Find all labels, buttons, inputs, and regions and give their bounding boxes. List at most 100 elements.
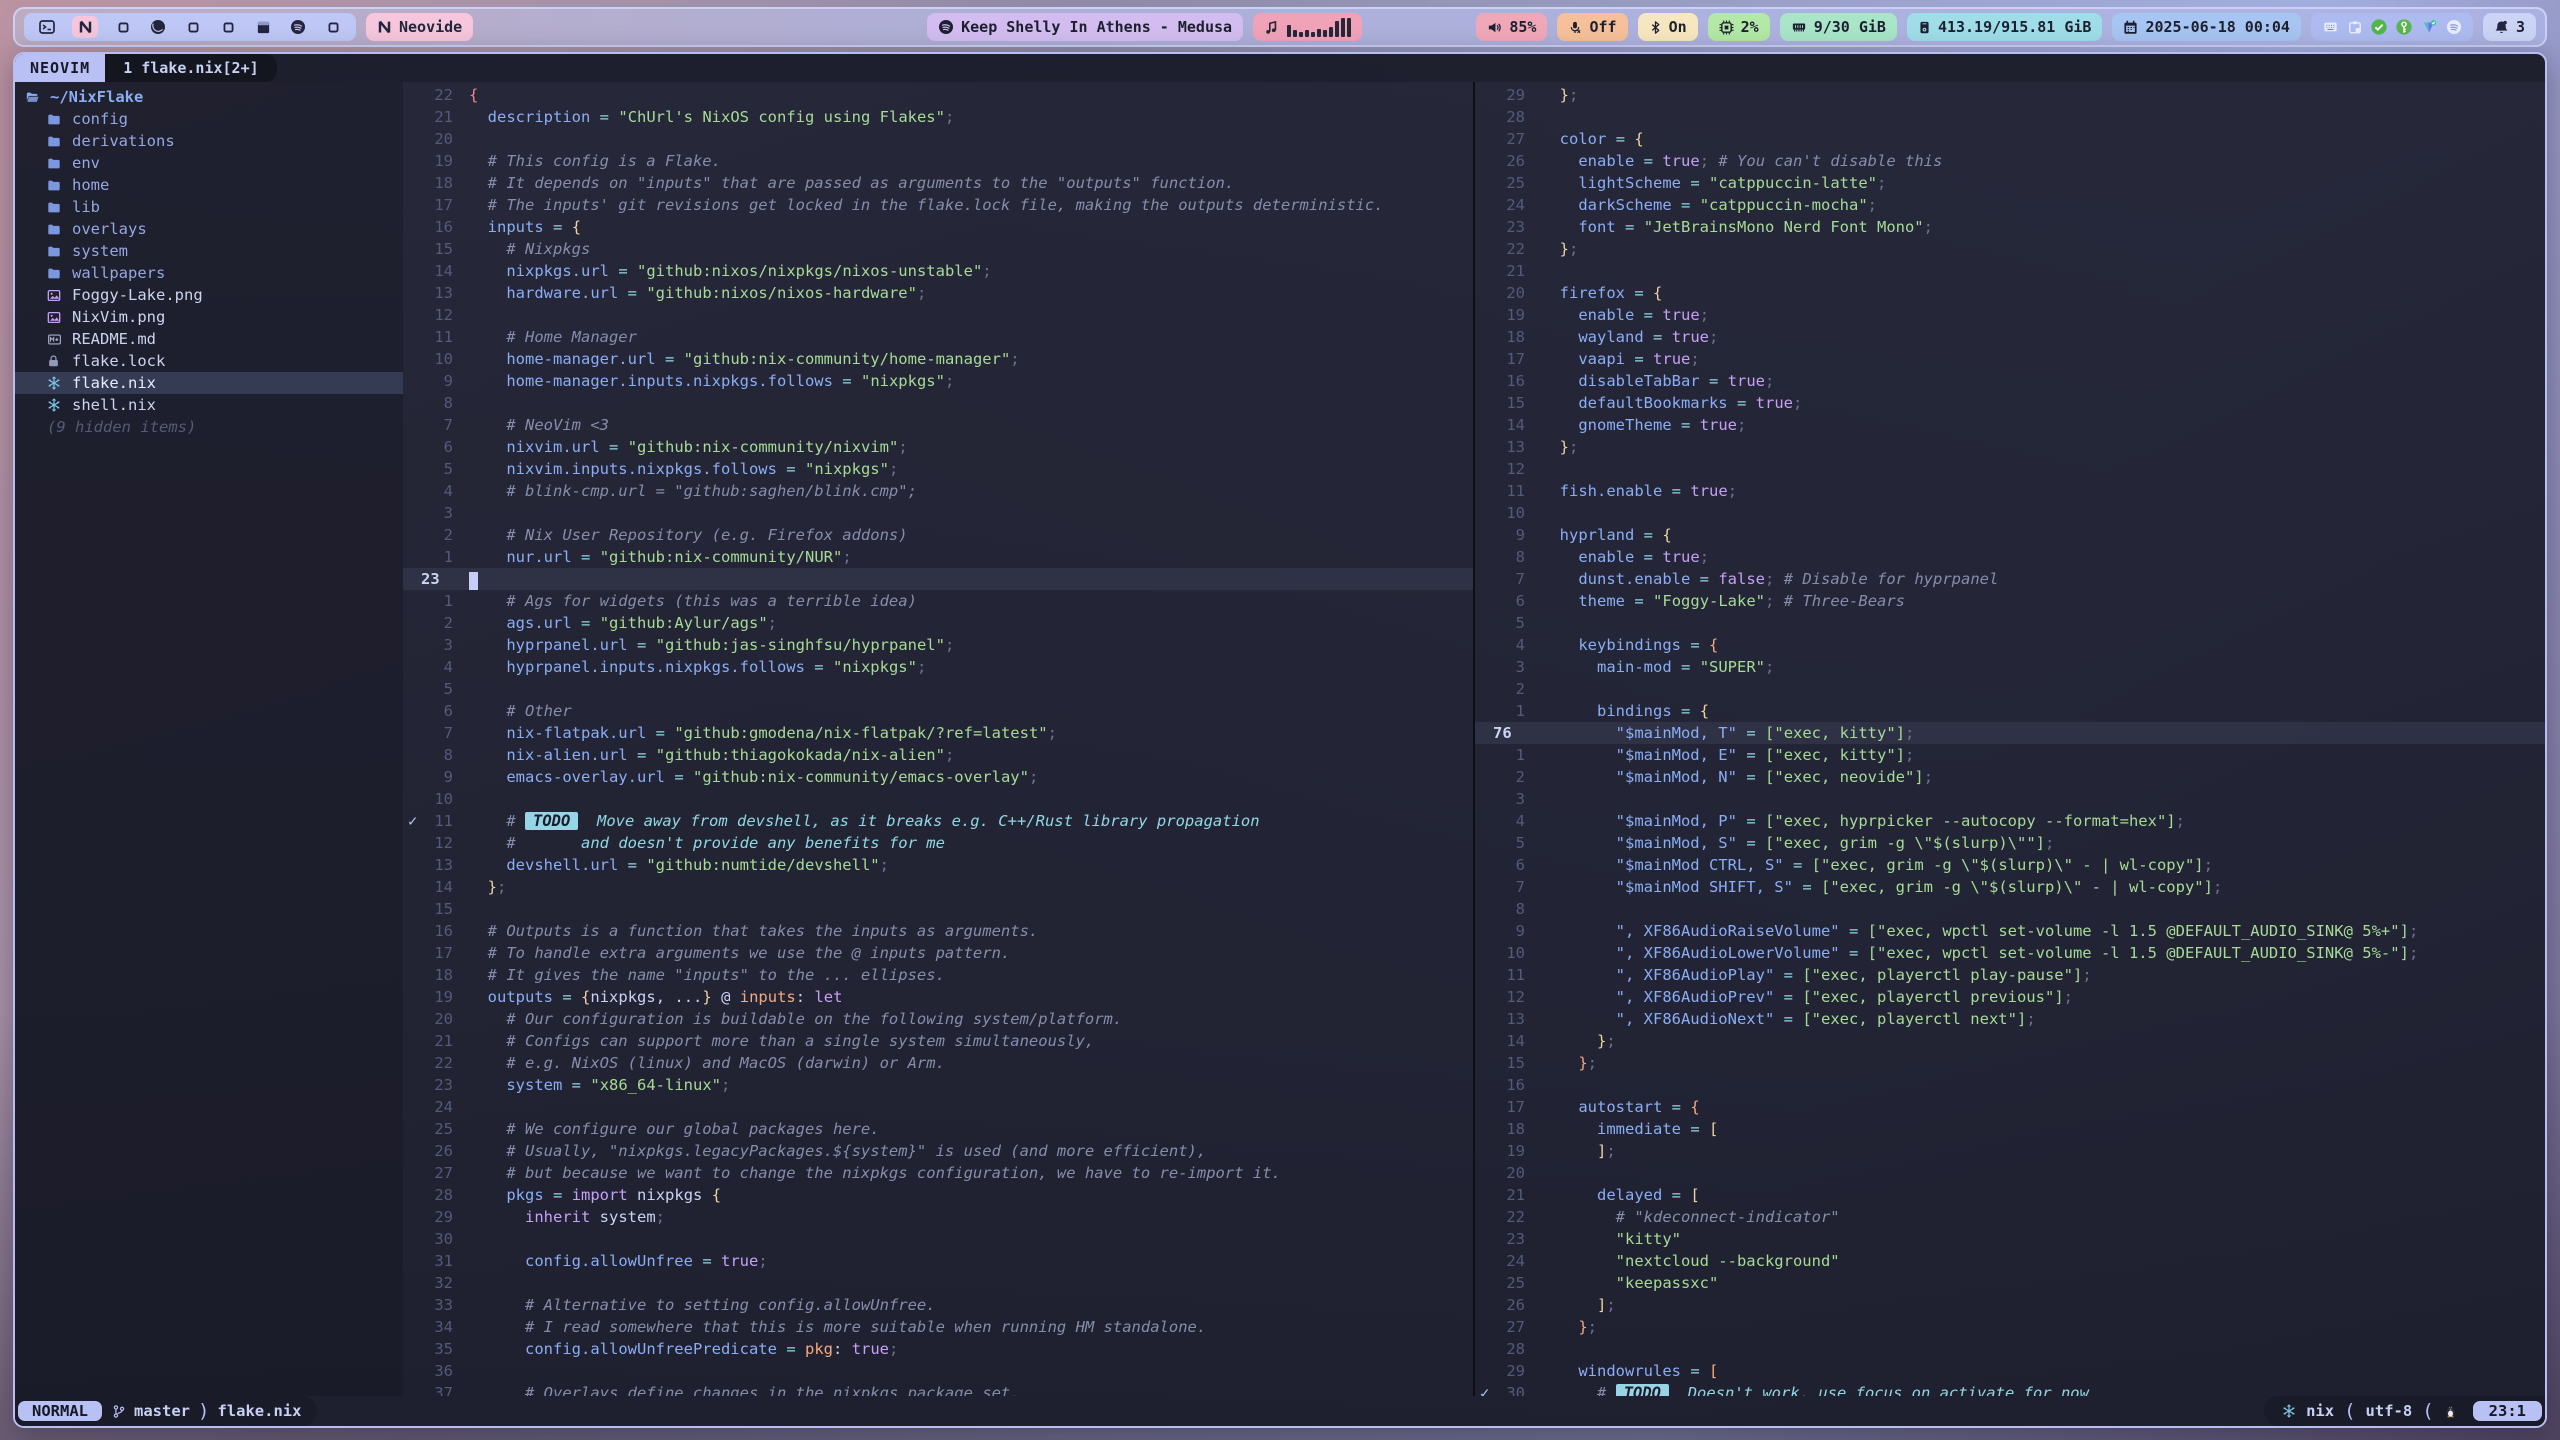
code-line[interactable]: 2	[1475, 678, 2545, 700]
workspace-square-icon[interactable]	[113, 16, 133, 38]
tray-check-circle-icon[interactable]	[2371, 19, 2387, 35]
code-line[interactable]: 13 hardware.url = "github:nixos/nixos-ha…	[403, 282, 1473, 304]
workspace-square-icon[interactable]	[183, 16, 203, 38]
code-line[interactable]: 25 # We configure our global packages he…	[403, 1118, 1473, 1140]
notifications-pill[interactable]: 3	[2483, 13, 2536, 41]
code-line[interactable]: 21	[1475, 260, 2545, 282]
tray-keyboard-icon[interactable]	[2322, 20, 2339, 34]
code-line[interactable]: ✓30 # TODO Doesn't work, use focus_on_ac…	[1475, 1382, 2545, 1396]
code-line[interactable]: 18 immediate = [	[1475, 1118, 2545, 1140]
code-line[interactable]: 1 bindings = {	[1475, 700, 2545, 722]
code-line[interactable]: 36	[403, 1360, 1473, 1382]
code-line[interactable]: 15 # Nixpkgs	[403, 238, 1473, 260]
code-line[interactable]: 20	[403, 128, 1473, 150]
code-line[interactable]: 6 nixvim.url = "github:nix-community/nix…	[403, 436, 1473, 458]
code-line[interactable]: 16	[1475, 1074, 2545, 1096]
code-line[interactable]: 5	[1475, 612, 2545, 634]
tree-item-foggy-lake-png[interactable]: Foggy-Lake.png	[15, 284, 403, 306]
code-line[interactable]: 6 theme = "Foggy-Lake"; # Three-Bears	[1475, 590, 2545, 612]
code-line[interactable]: 19 ];	[1475, 1140, 2545, 1162]
ram-pill[interactable]: 9/30 GiB	[1780, 13, 1897, 41]
code-line[interactable]: 16 inputs = {	[403, 216, 1473, 238]
code-line[interactable]: 4 "$mainMod, P" = ["exec, hyprpicker --a…	[1475, 810, 2545, 832]
code-line[interactable]: 7 nix-flatpak.url = "github:gmodena/nix-…	[403, 722, 1473, 744]
editor-pane-left[interactable]: 22{21 description = "ChUrl's NixOS confi…	[403, 82, 1473, 1396]
code-line[interactable]: 1 "$mainMod, E" = ["exec, kitty"];	[1475, 744, 2545, 766]
code-line[interactable]: 24	[403, 1096, 1473, 1118]
tree-item-overlays[interactable]: overlays	[15, 218, 403, 240]
workspace-square-icon[interactable]	[218, 16, 238, 38]
code-line[interactable]: 30	[403, 1228, 1473, 1250]
code-line[interactable]: 20	[1475, 1162, 2545, 1184]
code-line[interactable]: 4 hyprpanel.inputs.nixpkgs.follows = "ni…	[403, 656, 1473, 678]
workspace-terminal-icon[interactable]	[37, 16, 57, 38]
tree-item-flake-nix[interactable]: flake.nix	[15, 372, 403, 394]
tree-item--nixflake[interactable]: ~/NixFlake	[15, 86, 403, 108]
code-line[interactable]: 29 inherit system;	[403, 1206, 1473, 1228]
code-line[interactable]: 17 # To handle extra arguments we use th…	[403, 942, 1473, 964]
volume-pill[interactable]: 85%	[1476, 13, 1547, 41]
code-line[interactable]: 9 emacs-overlay.url = "github:nix-commun…	[403, 766, 1473, 788]
code-line[interactable]: 21 delayed = [	[1475, 1184, 2545, 1206]
code-line[interactable]: 15 defaultBookmarks = true;	[1475, 392, 2545, 414]
tray-nextcloud-check-icon[interactable]	[2421, 19, 2437, 35]
bluetooth-pill[interactable]: On	[1638, 13, 1698, 41]
code-line[interactable]: 23 "kitty"	[1475, 1228, 2545, 1250]
code-line[interactable]: 22 # e.g. NixOS (linux) and MacOS (darwi…	[403, 1052, 1473, 1074]
code-line[interactable]: 9 home-manager.inputs.nixpkgs.follows = …	[403, 370, 1473, 392]
tree-item-flake-lock[interactable]: flake.lock	[15, 350, 403, 372]
tree-item-env[interactable]: env	[15, 152, 403, 174]
tree-item-wallpapers[interactable]: wallpapers	[15, 262, 403, 284]
tray-spotify-light-icon[interactable]	[2446, 19, 2462, 35]
code-line[interactable]: 37 # Overlays define changes in the nixp…	[403, 1382, 1473, 1396]
code-line[interactable]: 9 ", XF86AudioRaiseVolume" = ["exec, wpc…	[1475, 920, 2545, 942]
tree-item-lib[interactable]: lib	[15, 196, 403, 218]
code-line[interactable]: 28	[1475, 1338, 2545, 1360]
code-line[interactable]: 29 windowrules = [	[1475, 1360, 2545, 1382]
code-line[interactable]: 8 enable = true;	[1475, 546, 2545, 568]
code-line[interactable]: 13 devshell.url = "github:numtide/devshe…	[403, 854, 1473, 876]
code-line[interactable]: 9 hyprland = {	[1475, 524, 2545, 546]
code-line[interactable]: 19 outputs = {nixpkgs, ...} @ inputs: le…	[403, 986, 1473, 1008]
code-line[interactable]: 3 main-mod = "SUPER";	[1475, 656, 2545, 678]
code-line[interactable]: 35 config.allowUnfreePredicate = pkg: tr…	[403, 1338, 1473, 1360]
code-line[interactable]: 3	[403, 502, 1473, 524]
code-line[interactable]: 11 fish.enable = true;	[1475, 480, 2545, 502]
workspace-neovim-icon[interactable]	[72, 16, 98, 38]
code-line[interactable]: 2 # Nix User Repository (e.g. Firefox ad…	[403, 524, 1473, 546]
code-line[interactable]: 20 firefox = {	[1475, 282, 2545, 304]
editor-pane-right[interactable]: 29 };2827 color = {26 enable = true; # Y…	[1473, 82, 2545, 1396]
code-line[interactable]: 12 # and doesn't provide any benefits fo…	[403, 832, 1473, 854]
code-line[interactable]: 4 # blink-cmp.url = "github:saghen/blink…	[403, 480, 1473, 502]
code-line[interactable]: 31 config.allowUnfree = true;	[403, 1250, 1473, 1272]
code-line[interactable]: 18 # It gives the name "inputs" to the .…	[403, 964, 1473, 986]
code-line[interactable]: ✓11 # TODO Move away from devshell, as i…	[403, 810, 1473, 832]
code-line[interactable]: 19 # This config is a Flake.	[403, 150, 1473, 172]
disk-pill[interactable]: 413.19/915.81 GiB	[1907, 13, 2103, 41]
microphone-pill[interactable]: Off	[1557, 13, 1627, 41]
code-line[interactable]: 12	[1475, 458, 2545, 480]
workspaces-pill[interactable]	[24, 13, 356, 41]
music-player-pill[interactable]: Keep Shelly In Athens - Medusa	[927, 13, 1243, 41]
code-line[interactable]: 8	[1475, 898, 2545, 920]
code-line[interactable]: 1 # Ags for widgets (this was a terrible…	[403, 590, 1473, 612]
code-line[interactable]: 26 enable = true; # You can't disable th…	[1475, 150, 2545, 172]
code-line[interactable]: 11 ", XF86AudioPlay" = ["exec, playerctl…	[1475, 964, 2545, 986]
code-line[interactable]: 6 # Other	[403, 700, 1473, 722]
code-line[interactable]: 7 dunst.enable = false; # Disable for hy…	[1475, 568, 2545, 590]
code-line[interactable]: 7 # NeoVim <3	[403, 414, 1473, 436]
code-line[interactable]: 12 ", XF86AudioPrev" = ["exec, playerctl…	[1475, 986, 2545, 1008]
code-line[interactable]: 10	[403, 788, 1473, 810]
code-line[interactable]: 10 home-manager.url = "github:nix-commun…	[403, 348, 1473, 370]
code-line[interactable]: 24 darkScheme = "catppuccin-mocha";	[1475, 194, 2545, 216]
code-line[interactable]: 19 enable = true;	[1475, 304, 2545, 326]
code-line[interactable]: 16 disableTabBar = true;	[1475, 370, 2545, 392]
tab-buffer-flake-nix[interactable]: 1 flake.nix[2+]	[105, 54, 276, 82]
code-line[interactable]: 7676 "$mainMod, T" = ["exec, kitty"];	[1475, 722, 2545, 744]
code-line[interactable]: 33 # Alternative to setting config.allow…	[403, 1294, 1473, 1316]
code-line[interactable]: 10 ", XF86AudioLowerVolume" = ["exec, wp…	[1475, 942, 2545, 964]
workspace-spotify-icon[interactable]	[288, 16, 308, 38]
code-line[interactable]: 2 "$mainMod, N" = ["exec, neovide"];	[1475, 766, 2545, 788]
code-line[interactable]: 26 # Usually, "nixpkgs.legacyPackages.${…	[403, 1140, 1473, 1162]
tree-item-derivations[interactable]: derivations	[15, 130, 403, 152]
